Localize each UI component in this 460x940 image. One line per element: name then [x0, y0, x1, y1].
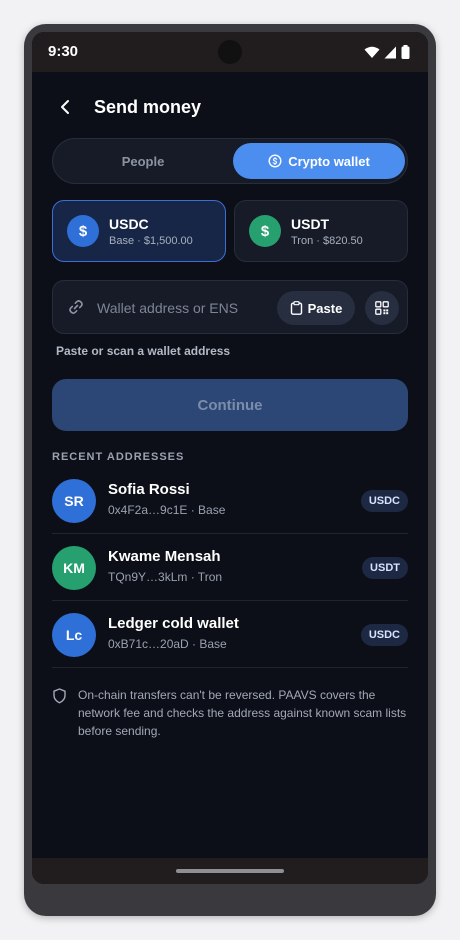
contact-address: TQn9Y…3kLm · Tron: [108, 570, 223, 584]
contact-name: Kwame Mensah: [108, 548, 221, 565]
scan-qr-button[interactable]: [365, 291, 399, 325]
status-bar: 9:30: [32, 32, 428, 72]
continue-button[interactable]: Continue: [52, 379, 408, 431]
home-indicator[interactable]: [176, 869, 284, 873]
row-divider: [52, 600, 408, 601]
recent-address-row[interactable]: Lc Ledger cold wallet 0xB71c…20aD · Base…: [52, 602, 408, 668]
contact-name: Sofia Rossi: [108, 481, 190, 498]
continue-label: Continue: [197, 396, 263, 414]
app-screen: 9:30 Send money People Crypto wallet $ U…: [32, 32, 428, 884]
token-symbol: USDT: [291, 216, 330, 232]
dollar-icon: $: [67, 215, 99, 247]
row-divider: [52, 667, 408, 668]
wallet-address-field: Paste: [52, 280, 408, 334]
contact-address: 0x4F2a…9c1E · Base: [108, 503, 226, 517]
token-badge: USDC: [360, 490, 408, 512]
tab-crypto-wallet[interactable]: Crypto wallet: [233, 143, 405, 179]
token-symbol: USDC: [109, 216, 149, 232]
clipboard-icon: [290, 301, 302, 315]
battery-icon: [401, 45, 410, 59]
avatar: KM: [52, 546, 96, 590]
dollar-icon: $: [249, 215, 281, 247]
app-header: Send money: [32, 87, 428, 127]
row-divider: [52, 533, 408, 534]
gesture-bar: [32, 858, 428, 884]
system-icons: [364, 45, 410, 59]
status-time: 9:30: [48, 43, 79, 60]
wallet-address-input[interactable]: [97, 293, 267, 323]
tab-people-label: People: [121, 153, 165, 169]
coin-icon: [268, 154, 282, 168]
shield-icon: [53, 688, 66, 704]
wifi-icon: [364, 46, 380, 58]
signal-icon: [384, 46, 396, 58]
recent-addresses-heading: RECENT ADDRESSES: [52, 451, 185, 463]
token-badge: USDT: [362, 557, 408, 579]
tab-people[interactable]: People: [57, 143, 229, 179]
camera-cutout: [218, 40, 242, 64]
contact-name: Ledger cold wallet: [108, 615, 239, 632]
token-badge: USDC: [360, 624, 408, 646]
recent-address-row[interactable]: KM Kwame Mensah TQn9Y…3kLm · Tron USDT: [52, 535, 408, 601]
back-arrow-icon[interactable]: [54, 95, 78, 119]
contact-address: 0xB71c…20aD · Base: [108, 637, 227, 651]
avatar: Lc: [52, 613, 96, 657]
recipient-type-toggle: People Crypto wallet: [52, 138, 408, 184]
tab-crypto-wallet-label: Crypto wallet: [288, 153, 370, 169]
paste-button[interactable]: Paste: [277, 291, 355, 325]
token-card-usdt[interactable]: $ USDT Tron · $820.50: [234, 200, 408, 262]
notice-text: On-chain transfers can't be reversed. PA…: [78, 688, 407, 738]
avatar: SR: [52, 479, 96, 523]
qr-code-icon: [375, 301, 389, 315]
address-helper-text: Paste or scan a wallet address: [56, 344, 231, 358]
recent-address-row[interactable]: SR Sofia Rossi 0x4F2a…9c1E · Base USDC: [52, 468, 408, 534]
token-balance: Base · $1,500.00: [109, 235, 193, 247]
link-icon: [69, 300, 83, 314]
token-card-usdc[interactable]: $ USDC Base · $1,500.00: [52, 200, 226, 262]
page-title: Send money: [94, 97, 202, 117]
token-balance: Tron · $820.50: [291, 235, 363, 247]
paste-label: Paste: [307, 300, 343, 316]
